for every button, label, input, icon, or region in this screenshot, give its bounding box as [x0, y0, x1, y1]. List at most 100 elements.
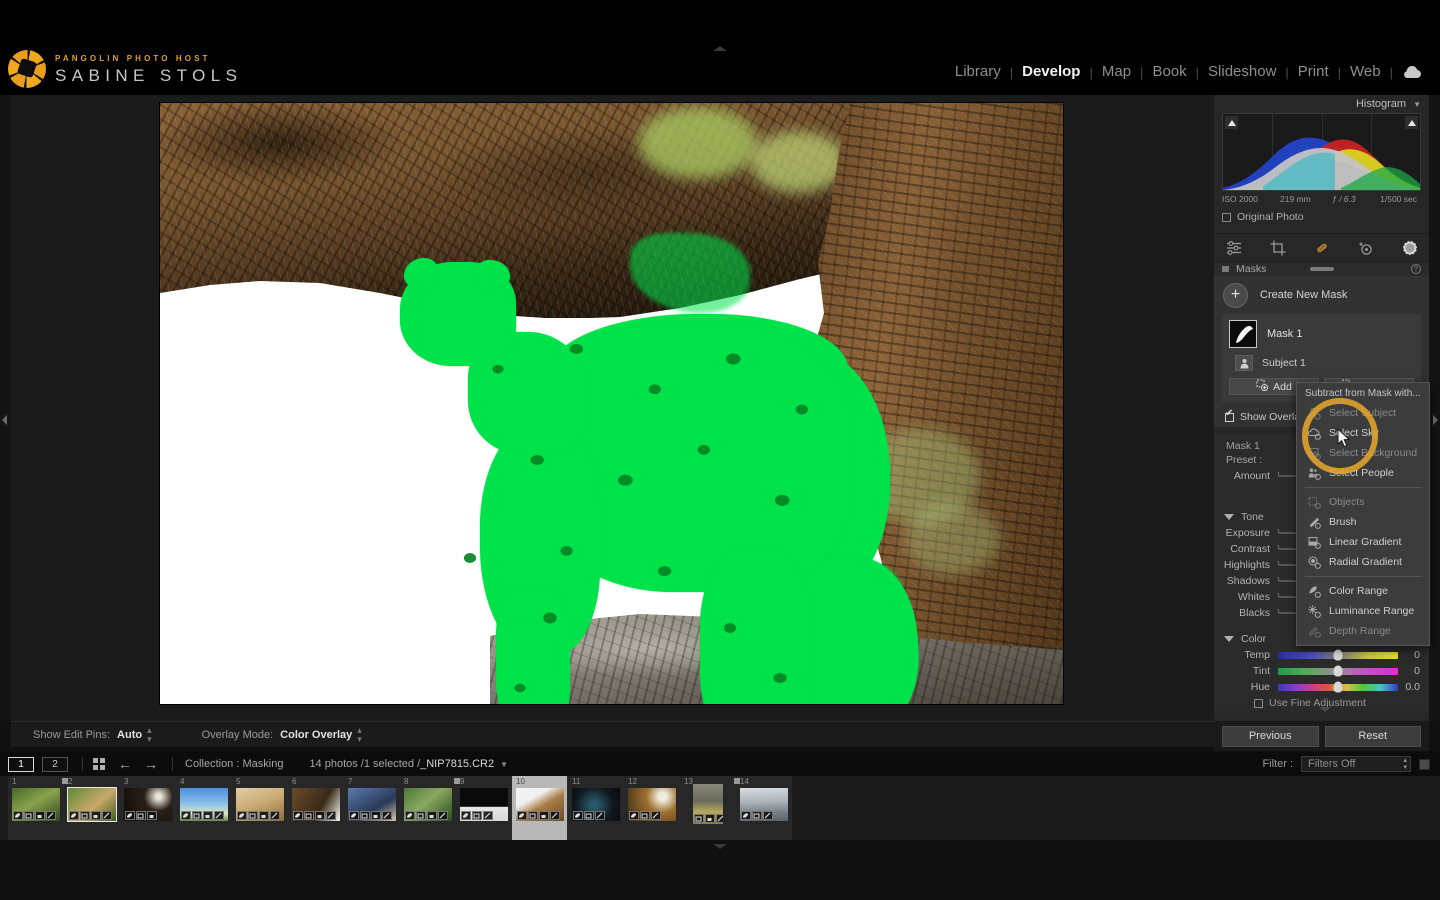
crop-badge-icon[interactable]	[640, 811, 650, 820]
mask-thumbnail-icon[interactable]	[1229, 320, 1257, 348]
filmstrip-thumb[interactable]: 1	[8, 776, 64, 840]
adjust-badge-icon[interactable]	[716, 814, 723, 823]
module-print[interactable]: Print	[1289, 61, 1338, 83]
thumb-image[interactable]	[348, 788, 396, 821]
mask-component-row[interactable]: Subject 1	[1235, 355, 1414, 371]
adjust-badge-icon[interactable]	[102, 811, 112, 820]
hue-slider[interactable]: Hue 0.0	[1214, 679, 1429, 695]
develop-badge-icon[interactable]	[741, 811, 751, 820]
adjust-badge-icon[interactable]	[483, 811, 493, 820]
identity-plate[interactable]: PANGOLIN PHOTO HOST SABINE STOLS	[8, 50, 242, 88]
crop-badge-icon[interactable]	[80, 811, 90, 820]
highlight-clipping-icon[interactable]	[1405, 116, 1418, 129]
filter-control[interactable]: Filter : Filters Off ▴▾	[1262, 756, 1430, 772]
red-eye-icon[interactable]	[1356, 238, 1376, 258]
metadata-badge-icon[interactable]	[371, 811, 381, 820]
crop-badge-icon[interactable]	[472, 811, 482, 820]
show-edit-pins-control[interactable]: Show Edit Pins: Auto ▴▾	[33, 726, 152, 744]
adjust-badge-icon[interactable]	[438, 811, 448, 820]
photo-preview[interactable]	[160, 103, 1063, 704]
basic-adjustments-icon[interactable]	[1224, 238, 1244, 258]
menu-item-brush[interactable]: Brush	[1297, 512, 1429, 532]
slider-track[interactable]	[1278, 684, 1398, 691]
metadata-badge-icon[interactable]	[259, 811, 269, 820]
create-new-mask-button[interactable]: + Create New Mask	[1214, 276, 1429, 314]
develop-badge-icon[interactable]	[629, 811, 639, 820]
metadata-badge-icon[interactable]	[147, 811, 157, 820]
crop-badge-icon[interactable]	[24, 811, 34, 820]
develop-badge-icon[interactable]	[181, 811, 191, 820]
filmstrip-thumb[interactable]: 8	[400, 776, 456, 840]
panel-collapse-icon[interactable]	[1319, 707, 1331, 712]
menu-item-select-background[interactable]: Select Background	[1297, 443, 1429, 463]
develop-badge-icon[interactable]	[237, 811, 247, 820]
develop-badge-icon[interactable]	[517, 811, 527, 820]
filter-swatch-icon[interactable]	[1419, 759, 1430, 770]
panel-grip-icon[interactable]	[1310, 267, 1334, 271]
subtract-from-mask-menu[interactable]: Subtract from Mask with... Select Subjec…	[1296, 382, 1430, 646]
menu-item-depth-range[interactable]: Depth Range	[1297, 621, 1429, 641]
image-canvas[interactable]	[11, 95, 1214, 721]
thumb-image[interactable]	[740, 788, 788, 821]
arrow-right-icon[interactable]: →	[144, 756, 158, 772]
thumb-image[interactable]	[292, 788, 340, 821]
menu-item-select-sky[interactable]: Select Sky	[1297, 423, 1429, 443]
grid-view-icon[interactable]	[93, 758, 106, 770]
thumb-image[interactable]	[516, 788, 564, 821]
adjust-badge-icon[interactable]	[326, 811, 336, 820]
crop-badge-icon[interactable]	[360, 811, 370, 820]
module-web[interactable]: Web	[1341, 61, 1390, 83]
filmstrip-thumb[interactable]: 3	[120, 776, 176, 840]
crop-badge-icon[interactable]	[192, 811, 202, 820]
top-panel-collapse-icon[interactable]	[713, 46, 727, 51]
filmstrip-thumb[interactable]: 11	[568, 776, 624, 840]
thumb-image[interactable]	[12, 788, 60, 821]
slider-knob[interactable]	[1334, 666, 1343, 677]
adjust-badge-icon[interactable]	[651, 811, 661, 820]
crop-badge-icon[interactable]	[584, 811, 594, 820]
histogram-graph[interactable]	[1222, 113, 1421, 191]
crop-badge-icon[interactable]	[248, 811, 258, 820]
menu-item-select-subject[interactable]: Select Subject	[1297, 403, 1429, 423]
filmstrip-thumb[interactable]: 4	[176, 776, 232, 840]
filmstrip-thumb[interactable]: 6	[288, 776, 344, 840]
develop-badge-icon[interactable]	[69, 811, 79, 820]
develop-badge-icon[interactable]	[13, 811, 23, 820]
module-develop[interactable]: Develop	[1013, 61, 1089, 83]
masking-icon[interactable]	[1400, 238, 1420, 258]
adjust-badge-icon[interactable]	[270, 811, 280, 820]
arrow-left-icon[interactable]: ←	[118, 756, 132, 772]
filmstrip-thumb[interactable]: 13	[680, 776, 736, 840]
thumb-image[interactable]	[693, 784, 723, 824]
metadata-badge-icon[interactable]	[539, 811, 549, 820]
histogram-header[interactable]: Histogram ▼	[1214, 95, 1429, 113]
menu-item-select-people[interactable]: Select People	[1297, 463, 1429, 483]
menu-item-radial-gradient[interactable]: Radial Gradient	[1297, 552, 1429, 572]
module-book[interactable]: Book	[1143, 61, 1195, 83]
crop-badge-icon[interactable]	[528, 811, 538, 820]
checkbox-icon[interactable]	[1225, 413, 1234, 422]
right-panel-toggle[interactable]	[1429, 95, 1440, 721]
develop-badge-icon[interactable]	[349, 811, 359, 820]
crop-icon[interactable]	[1268, 238, 1288, 258]
triangle-down-icon[interactable]	[1224, 514, 1234, 520]
adjust-badge-icon[interactable]	[550, 811, 560, 820]
triangle-down-icon[interactable]	[1224, 636, 1234, 642]
healing-brush-icon[interactable]	[1312, 238, 1332, 258]
filmstrip-thumb-selected[interactable]: 10	[512, 776, 568, 840]
page-1-button[interactable]: 1	[8, 757, 34, 772]
show-edit-pins-value[interactable]: Auto	[117, 729, 142, 741]
shadow-clipping-icon[interactable]	[1225, 116, 1238, 129]
checkbox-icon[interactable]	[1222, 213, 1231, 222]
adjust-badge-icon[interactable]	[214, 811, 224, 820]
crop-badge-icon[interactable]	[694, 814, 704, 823]
menu-item-luminance-range[interactable]: Luminance Range	[1297, 601, 1429, 621]
thumb-image[interactable]	[236, 788, 284, 821]
chevron-down-icon[interactable]: ▼	[1413, 100, 1421, 109]
menu-item-color-range[interactable]: Color Range	[1297, 581, 1429, 601]
slider-track[interactable]	[1278, 652, 1398, 659]
masks-panel-header[interactable]: Masks ?	[1214, 261, 1429, 276]
metadata-badge-icon[interactable]	[203, 811, 213, 820]
module-slideshow[interactable]: Slideshow	[1199, 61, 1285, 83]
plus-icon[interactable]: +	[1223, 283, 1248, 308]
